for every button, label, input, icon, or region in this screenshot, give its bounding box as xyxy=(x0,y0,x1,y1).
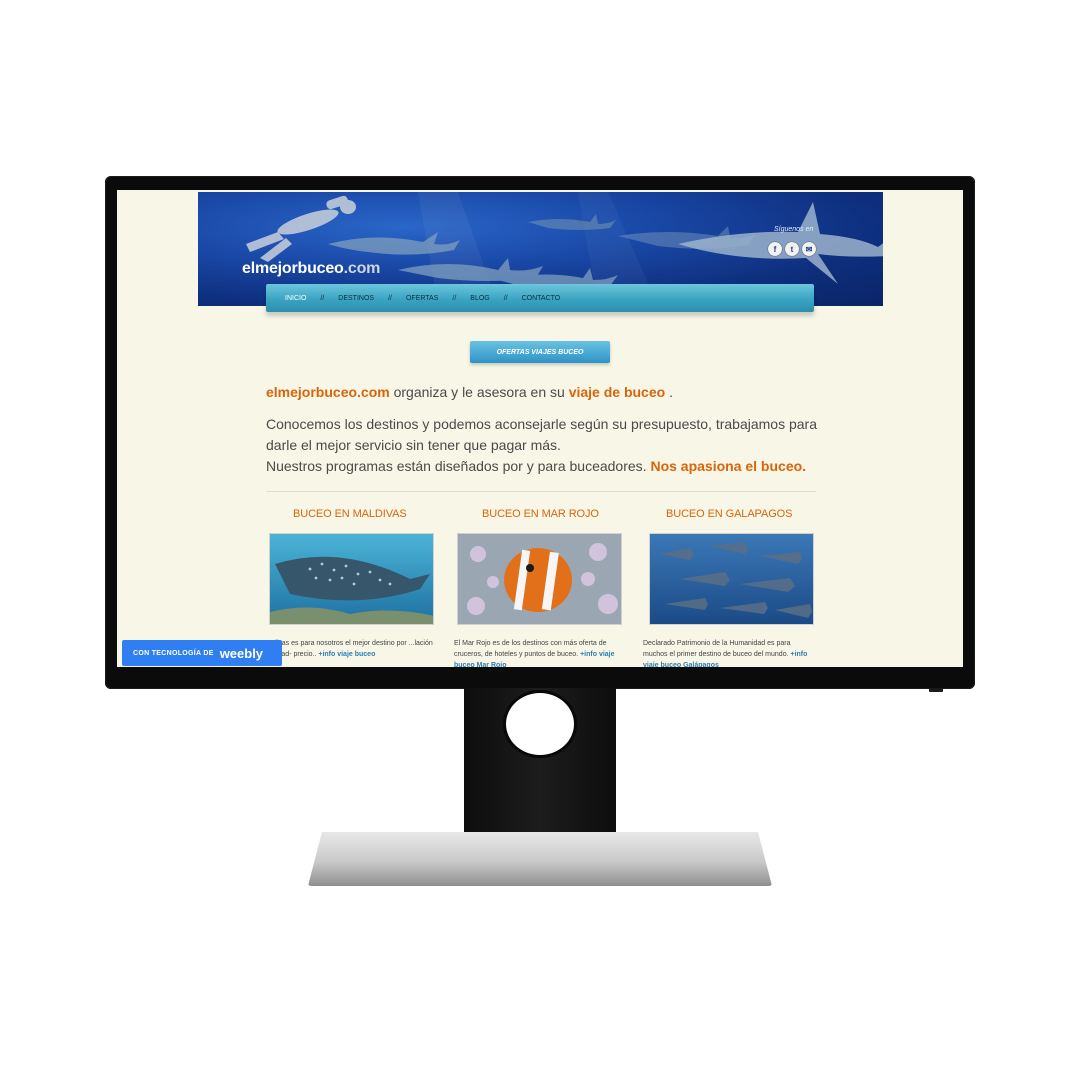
weebly-logo: weebly xyxy=(219,645,264,661)
dest-text-mar-rojo: El Mar Rojo es de los destinos con más o… xyxy=(454,638,624,667)
logo-tld-text: .com xyxy=(343,260,381,277)
dest-title-maldivas[interactable]: BUCEO EN MALDIVAS xyxy=(293,508,407,520)
intro-end: . xyxy=(665,384,673,400)
about-highlight: Nos apasiona el buceo. xyxy=(650,458,807,474)
hammerhead-school-photo xyxy=(650,534,813,624)
about-line-2-wrapper: Nuestros programas están diseñados por y… xyxy=(266,456,826,477)
intro-mid: organiza y le asesora en su xyxy=(389,384,569,400)
main-nav: INICIO // DESTINOS // OFERTAS // BLOG //… xyxy=(266,284,814,312)
weebly-powered-by: CON TECNOLOGÍA DE xyxy=(133,649,214,657)
nav-item-inicio[interactable]: INICIO xyxy=(281,295,310,302)
dest-more-link-maldivas[interactable]: +info viaje buceo xyxy=(318,651,375,658)
dest-title-galapagos[interactable]: BUCEO EN GALAPAGOS xyxy=(666,508,792,520)
nav-item-contacto[interactable]: CONTACTO xyxy=(518,295,565,302)
nav-separator: // xyxy=(388,294,392,302)
social-links: f t ✉ xyxy=(768,242,816,256)
intro-brand[interactable]: elmejorbuceo.com xyxy=(266,384,390,400)
nav-separator: // xyxy=(452,294,457,302)
nav-separator: // xyxy=(320,294,325,302)
section-divider xyxy=(266,491,816,492)
whale-shark-photo xyxy=(270,534,433,624)
browser-viewport[interactable]: elmejorbuceo.com Síguenos en f t ✉ INICI… xyxy=(117,190,963,667)
dest-desc-galapagos: Declarado Patrimonio de la Humanidad es … xyxy=(643,640,791,658)
nav-item-blog[interactable]: BLOG xyxy=(466,295,493,302)
intro-text: elmejorbuceo.com organiza y le asesora e… xyxy=(266,382,826,402)
facebook-icon[interactable]: f xyxy=(768,242,782,256)
offers-button[interactable]: OFERTAS VIAJES BUCEO xyxy=(470,341,610,363)
about-paragraph: Conocemos los destinos y podemos aconsej… xyxy=(266,414,826,477)
dest-image-mar-rojo[interactable] xyxy=(457,533,622,625)
email-icon[interactable]: ✉ xyxy=(802,242,816,256)
monitor-stand-base xyxy=(308,832,772,886)
dest-text-maldivas: ...divas es para nosotros el mejor desti… xyxy=(267,638,437,660)
dest-image-maldivas[interactable] xyxy=(269,533,434,625)
follow-us-label: Síguenos en xyxy=(774,226,814,233)
nav-item-destinos[interactable]: DESTINOS xyxy=(334,295,378,302)
weebly-badge[interactable]: CON TECNOLOGÍA DE weebly xyxy=(122,640,282,666)
about-line-2: Nuestros programas están diseñados por y… xyxy=(266,458,651,474)
about-line-1: Conocemos los destinos y podemos aconsej… xyxy=(266,416,817,453)
site-logo[interactable]: elmejorbuceo.com xyxy=(242,260,380,278)
nav-item-ofertas[interactable]: OFERTAS xyxy=(402,295,442,302)
monitor-power-led xyxy=(929,688,943,692)
logo-main-text: elmejorbuceo xyxy=(242,260,344,277)
nav-separator: // xyxy=(503,294,508,302)
dest-text-galapagos: Declarado Patrimonio de la Humanidad es … xyxy=(643,638,813,667)
twitter-icon[interactable]: t xyxy=(785,242,799,256)
clownfish-photo xyxy=(458,534,621,624)
dest-image-galapagos[interactable] xyxy=(649,533,814,625)
monitor-stand-cable-hole xyxy=(503,690,577,758)
dest-title-mar-rojo[interactable]: BUCEO EN MAR ROJO xyxy=(482,508,599,520)
intro-highlight-link[interactable]: viaje de buceo xyxy=(569,384,665,400)
